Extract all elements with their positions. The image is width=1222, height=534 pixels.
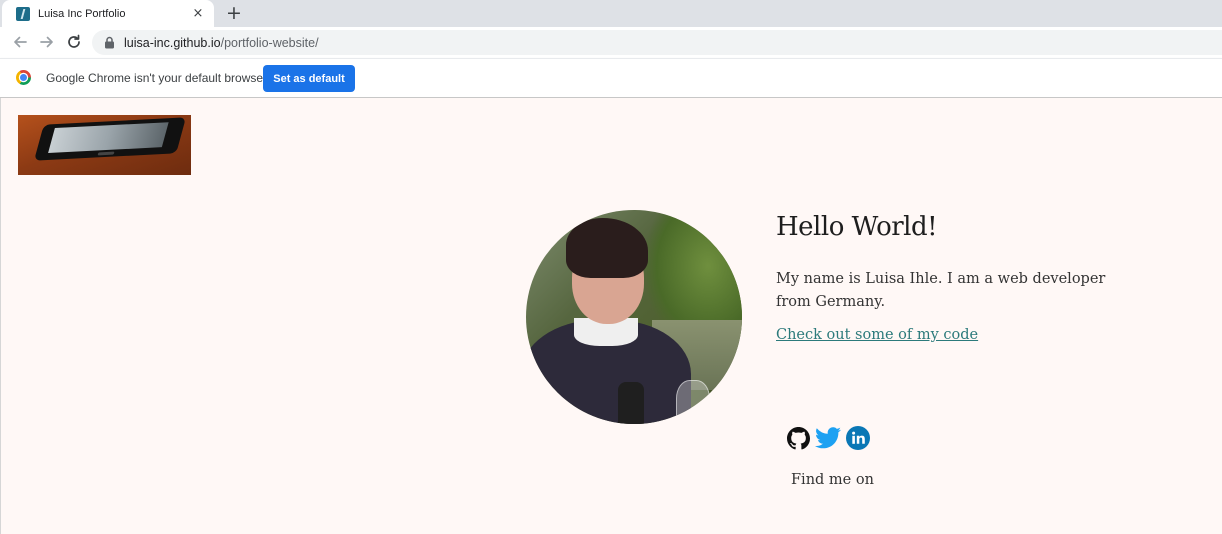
reload-icon[interactable]	[64, 32, 84, 52]
tab-title: Luisa Inc Portfolio	[38, 7, 126, 20]
phone-banner-image	[18, 115, 191, 175]
profile-photo	[526, 210, 742, 424]
phone-illustration	[34, 117, 186, 161]
browser-toolbar: luisa-inc.github.io/portfolio-website/	[0, 27, 1222, 58]
page-title: Hello World!	[776, 212, 938, 242]
close-tab-icon[interactable]: ×	[190, 5, 206, 21]
linkedin-icon[interactable]	[846, 426, 870, 450]
intro-text: My name is Luisa Ihle. I am a web develo…	[776, 271, 1106, 310]
lock-icon[interactable]	[104, 36, 115, 49]
phone-screen	[48, 122, 169, 154]
phone-home-button	[97, 151, 115, 156]
url-host: luisa-inc.github.io	[124, 35, 221, 50]
favicon-icon	[16, 6, 30, 21]
page-content: Hello World! My name is Luisa Ihle. I am…	[0, 98, 1222, 534]
twitter-icon[interactable]	[815, 426, 841, 450]
tab-strip: Luisa Inc Portfolio × +	[0, 0, 1222, 27]
url-path: /portfolio-website/	[220, 35, 319, 50]
photo-hair	[566, 218, 648, 278]
new-tab-icon[interactable]: +	[224, 3, 244, 23]
forward-icon[interactable]	[37, 32, 57, 52]
url-text: luisa-inc.github.io/portfolio-website/	[124, 36, 319, 50]
default-browser-infobar: Google Chrome isn't your default browser…	[0, 58, 1222, 98]
set-as-default-button[interactable]: Set as default	[263, 65, 355, 92]
find-me-label: Find me on	[791, 472, 874, 488]
photo-bottle	[618, 382, 644, 424]
address-bar[interactable]: luisa-inc.github.io/portfolio-website/	[92, 30, 1222, 55]
github-icon[interactable]	[786, 426, 810, 450]
photo-wine-glass	[676, 380, 710, 424]
back-icon[interactable]	[10, 32, 30, 52]
chrome-logo-icon	[16, 70, 31, 85]
tab-active[interactable]: Luisa Inc Portfolio ×	[2, 0, 214, 27]
code-link[interactable]: Check out some of my code	[776, 327, 978, 343]
infobar-message: Google Chrome isn't your default browser	[46, 71, 268, 85]
